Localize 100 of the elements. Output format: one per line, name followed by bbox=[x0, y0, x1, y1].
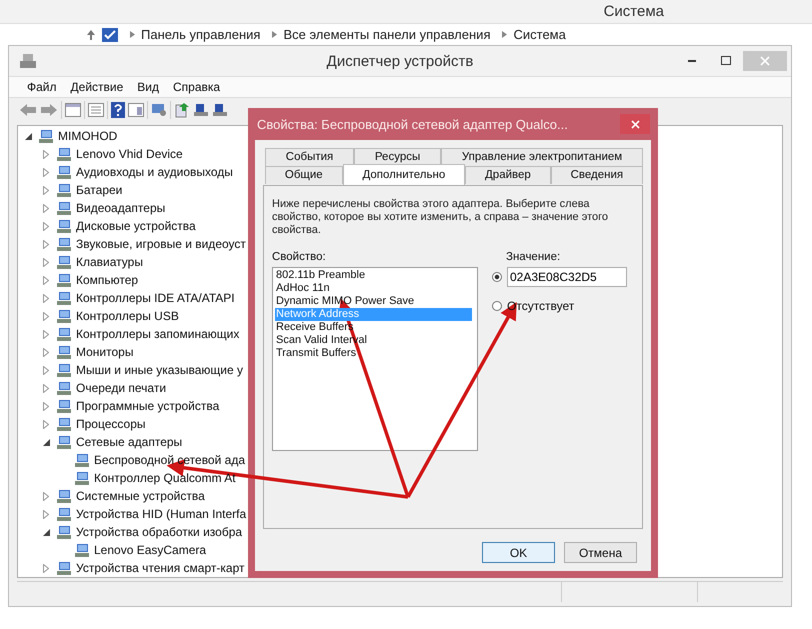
expand-arrow-icon[interactable] bbox=[40, 366, 52, 374]
menu-item[interactable]: Справка bbox=[173, 80, 220, 94]
expand-arrow-icon[interactable] bbox=[40, 402, 52, 410]
expand-arrow-icon[interactable] bbox=[40, 420, 52, 428]
device-icon bbox=[56, 362, 72, 378]
tree-item[interactable]: Процессоры bbox=[76, 417, 146, 431]
tab[interactable]: Управление электропитанием bbox=[441, 148, 643, 166]
device-icon bbox=[56, 236, 72, 252]
help-icon[interactable] bbox=[111, 102, 125, 118]
expand-arrow-icon[interactable] bbox=[40, 240, 52, 248]
tree-item[interactable]: Дисковые устройства bbox=[76, 219, 196, 233]
close-icon bbox=[630, 120, 640, 128]
radio-button[interactable] bbox=[492, 272, 502, 282]
back-icon[interactable] bbox=[19, 102, 37, 116]
tree-item[interactable]: Компьютер bbox=[76, 273, 138, 287]
expand-arrow-icon[interactable] bbox=[40, 222, 52, 230]
window-title: Система bbox=[604, 3, 664, 20]
tab[interactable]: Дополнительно bbox=[342, 164, 466, 185]
expand-arrow-icon[interactable] bbox=[40, 312, 52, 320]
tree-item[interactable]: Устройства чтения смарт-карт bbox=[76, 561, 244, 575]
expand-arrow-icon[interactable] bbox=[40, 330, 52, 338]
device-icon bbox=[56, 146, 72, 162]
tree-item[interactable]: Контроллер Qualcomm At bbox=[94, 471, 236, 485]
close-button[interactable] bbox=[620, 114, 650, 134]
expand-arrow-icon[interactable] bbox=[40, 564, 52, 572]
tree-item[interactable]: Беспроводной сетевой ада bbox=[94, 453, 245, 467]
update-icon[interactable] bbox=[174, 102, 190, 118]
device-icon bbox=[56, 380, 72, 396]
window-icon[interactable] bbox=[128, 102, 144, 116]
tab[interactable]: Драйвер bbox=[465, 166, 551, 184]
tree-item[interactable]: Lenovo Vhid Device bbox=[76, 147, 183, 161]
device-icon bbox=[74, 542, 90, 558]
expand-arrow-icon[interactable] bbox=[40, 510, 52, 518]
device-icon[interactable] bbox=[193, 102, 209, 116]
tree-item[interactable]: Аудиовходы и аудиовыходы bbox=[76, 165, 233, 179]
tree-item[interactable]: Видеоадаптеры bbox=[76, 201, 166, 215]
tab[interactable]: Общие bbox=[265, 166, 343, 184]
device-icon bbox=[56, 560, 72, 576]
cancel-button[interactable]: Отмена bbox=[564, 542, 637, 563]
device-icon bbox=[74, 452, 90, 468]
device-icon bbox=[56, 488, 72, 504]
tree-item[interactable]: Устройства обработки изобра bbox=[76, 525, 242, 539]
menu-item[interactable]: Действие bbox=[70, 80, 124, 94]
up-arrow-icon[interactable] bbox=[86, 28, 96, 40]
tree-item[interactable]: Устройства HID (Human Interfa bbox=[76, 507, 246, 521]
expand-arrow-icon[interactable] bbox=[40, 384, 52, 392]
device-icon bbox=[56, 416, 72, 432]
breadcrumb-item[interactable]: Система bbox=[513, 27, 566, 42]
tree-item[interactable]: Батареи bbox=[76, 183, 122, 197]
tree-item[interactable]: Сетевые адаптеры bbox=[76, 435, 182, 449]
radio-button[interactable] bbox=[492, 301, 502, 311]
expand-arrow-icon[interactable] bbox=[40, 294, 52, 302]
window-icon[interactable] bbox=[65, 102, 81, 116]
device-icon bbox=[56, 434, 72, 450]
minimize-icon bbox=[688, 60, 696, 62]
device-icon bbox=[56, 290, 72, 306]
maximize-icon bbox=[721, 56, 731, 66]
list-item[interactable]: Transmit Buffers bbox=[275, 347, 472, 360]
tree-item[interactable]: Программные устройства bbox=[76, 399, 220, 413]
tree-item[interactable]: Очереди печати bbox=[76, 381, 166, 395]
tree-item[interactable]: Контроллеры запоминающих bbox=[76, 327, 240, 341]
expand-arrow-icon[interactable] bbox=[40, 492, 52, 500]
list-icon[interactable] bbox=[88, 102, 104, 116]
tree-item[interactable]: Звуковые, игровые и видеоуст bbox=[76, 237, 246, 251]
expand-arrow-icon[interactable] bbox=[40, 276, 52, 284]
device-icon[interactable] bbox=[212, 102, 228, 116]
device-icon bbox=[56, 200, 72, 216]
chevron-icon bbox=[502, 31, 508, 38]
menu-item[interactable]: Вид bbox=[137, 80, 159, 94]
device-icon bbox=[38, 128, 54, 144]
tab[interactable]: Сведения bbox=[550, 166, 643, 184]
tree-item[interactable]: Мониторы bbox=[76, 345, 134, 359]
expand-arrow-icon[interactable] bbox=[40, 204, 52, 212]
list-item[interactable]: AdHoc 11n bbox=[275, 282, 472, 295]
ok-button[interactable]: OK bbox=[482, 542, 555, 563]
tree-item[interactable]: Клавиатуры bbox=[76, 255, 143, 269]
chevron-icon bbox=[130, 31, 135, 38]
device-icon bbox=[56, 254, 72, 270]
list-item[interactable]: 802.11b Preamble bbox=[275, 269, 472, 282]
close-icon bbox=[760, 56, 770, 66]
expand-arrow-icon[interactable] bbox=[40, 258, 52, 266]
tree-item[interactable]: Контроллеры USB bbox=[76, 309, 179, 323]
tree-item[interactable]: Lenovo EasyCamera bbox=[94, 543, 206, 557]
breadcrumb-item[interactable]: Все элементы панели управления bbox=[283, 27, 490, 42]
tab[interactable]: События bbox=[265, 148, 354, 166]
expand-arrow-icon[interactable] bbox=[40, 348, 52, 356]
menu-item[interactable]: Файл bbox=[27, 80, 57, 94]
device-icon bbox=[56, 182, 72, 198]
value-field[interactable]: 02A3E08C32D5 bbox=[507, 267, 627, 287]
tree-item[interactable]: Системные устройства bbox=[76, 489, 205, 503]
tree-item[interactable]: MIMOHOD bbox=[58, 129, 118, 143]
expand-arrow-icon[interactable] bbox=[40, 168, 52, 176]
forward-icon[interactable] bbox=[40, 102, 58, 116]
tree-item[interactable]: Контроллеры IDE ATA/ATAPI bbox=[76, 291, 235, 305]
device-icon bbox=[56, 326, 72, 342]
tree-item[interactable]: Мыши и иные указывающие у bbox=[76, 363, 243, 377]
expand-arrow-icon[interactable] bbox=[40, 186, 52, 194]
device-icon bbox=[56, 506, 72, 522]
breadcrumb-item[interactable]: Панель управления bbox=[141, 27, 260, 42]
expand-arrow-icon[interactable] bbox=[40, 150, 52, 158]
